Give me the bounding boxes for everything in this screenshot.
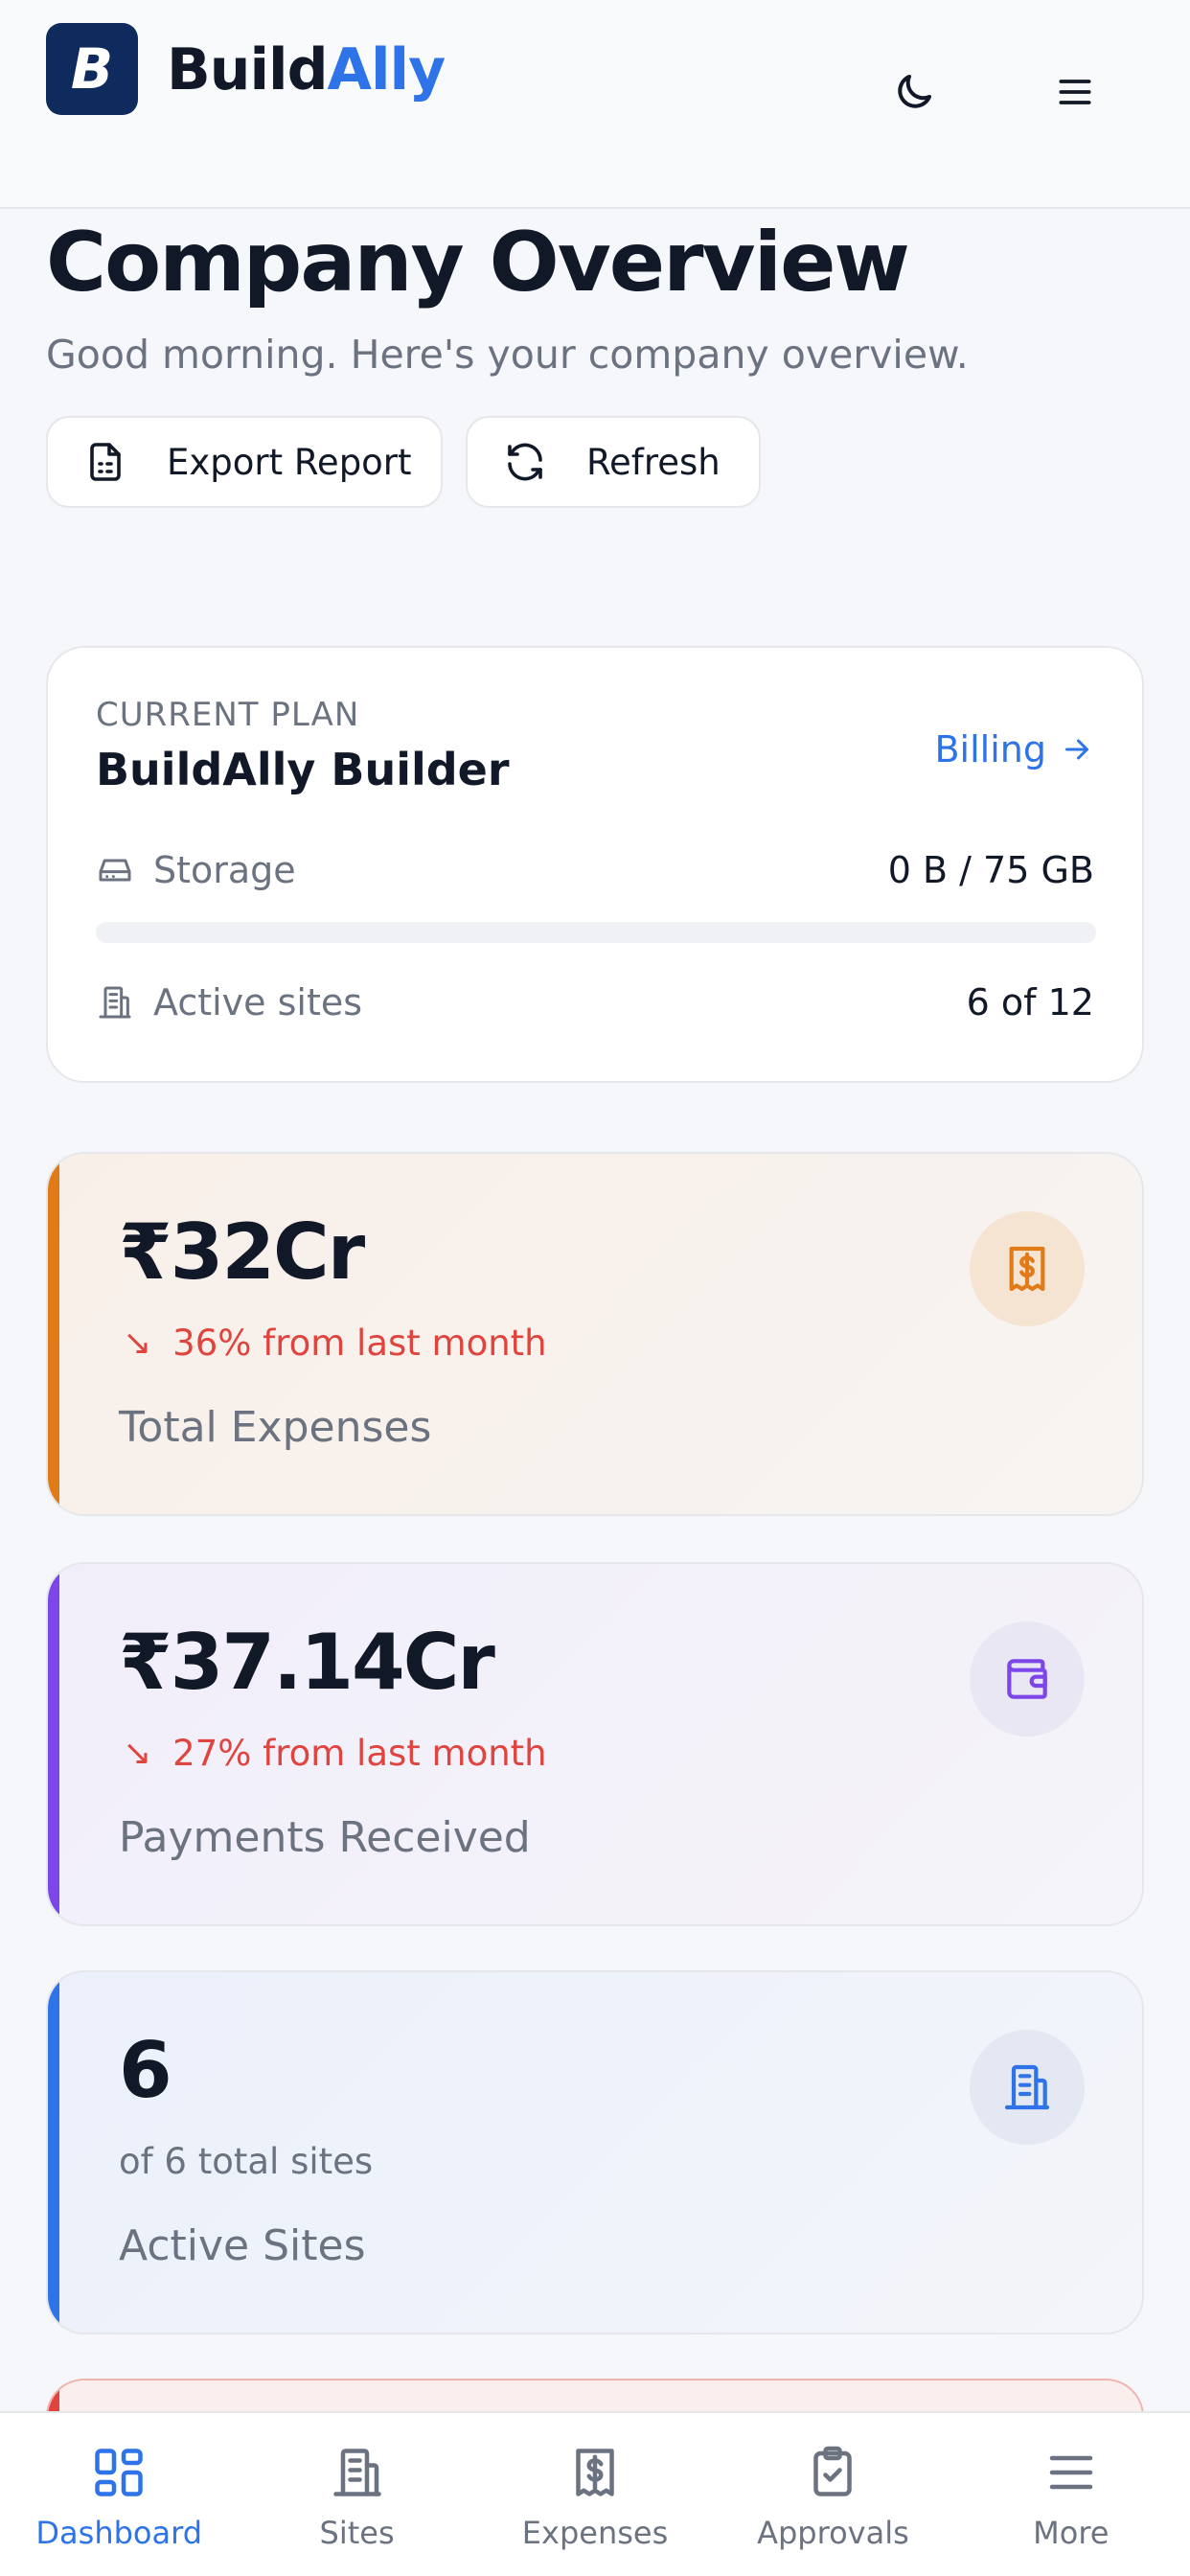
nav-item-sites[interactable]: Sites: [238, 2413, 475, 2576]
bottom-navigation: Dashboard Sites Expenses Approvals More: [0, 2411, 1190, 2576]
nav-item-approvals[interactable]: Approvals: [714, 2413, 951, 2576]
billing-label: Billing: [934, 728, 1046, 770]
nav-label-dashboard: Dashboard: [35, 2515, 202, 2551]
nav-label-expenses: Expenses: [521, 2515, 669, 2551]
stat-value: ₹37.14Cr: [119, 1618, 495, 1707]
total-expenses-card[interactable]: ₹32Cr ↘ 36% from last month Total Expens…: [46, 1152, 1144, 1516]
stat-icon-circle: [970, 1622, 1085, 1736]
menu-icon: [1049, 2455, 1093, 2490]
stat-icon-circle: [970, 2030, 1085, 2145]
stat-delta-text: 27% from last month: [172, 1733, 547, 1774]
refresh-label: Refresh: [586, 441, 721, 483]
brand-part-1: Build: [167, 36, 329, 104]
stat-delta: ↘ 27% from last month: [123, 1733, 547, 1774]
receipt-dollar-icon: [576, 2449, 614, 2496]
nav-label-sites: Sites: [319, 2515, 395, 2551]
brand-name: BuildAlly: [167, 33, 446, 107]
nav-item-dashboard[interactable]: Dashboard: [0, 2413, 238, 2576]
document-icon: [90, 443, 121, 481]
moon-icon: [898, 75, 931, 108]
nav-item-expenses[interactable]: Expenses: [476, 2413, 714, 2576]
stat-delta: ↘ 36% from last month: [123, 1322, 547, 1364]
storage-progress-bar: [96, 922, 1096, 943]
page-title: Company Overview: [46, 215, 910, 310]
arrow-down-right-icon: ↘: [123, 1323, 152, 1363]
menu-button[interactable]: [1041, 58, 1110, 126]
storage-label: Storage: [153, 849, 296, 891]
export-report-label: Export Report: [167, 441, 412, 483]
plan-name: BuildAlly Builder: [96, 744, 510, 795]
building-icon: [99, 986, 131, 1019]
stat-value: 6: [119, 2026, 172, 2115]
receipt-dollar-icon: [1009, 1246, 1045, 1292]
active-sites-card[interactable]: 6 of 6 total sites Active Sites: [46, 1970, 1144, 2334]
active-sites-label-row: Active sites: [96, 981, 362, 1024]
nav-label-more: More: [1033, 2515, 1110, 2551]
theme-toggle-button[interactable]: [880, 58, 949, 126]
nav-item-more[interactable]: More: [952, 2413, 1190, 2576]
refresh-button[interactable]: Refresh: [466, 416, 761, 508]
stat-icon-circle: [970, 1211, 1085, 1326]
clipboard-check-icon: [813, 2446, 853, 2496]
logo[interactable]: B: [46, 23, 138, 115]
stat-label: Active Sites: [119, 2221, 366, 2270]
card-accent-bar: [48, 1154, 59, 1514]
stat-subtext: of 6 total sites: [119, 2141, 374, 2182]
dashboard-grid-icon: [95, 2449, 143, 2496]
billing-link[interactable]: Billing: [934, 728, 1094, 770]
plan-label: CURRENT PLAN: [96, 696, 360, 734]
active-sites-label: Active sites: [153, 981, 363, 1024]
card-accent-bar: [48, 1972, 59, 2333]
storage-label-row: Storage: [96, 849, 296, 891]
stat-value: ₹32Cr: [119, 1208, 365, 1297]
stat-label: Total Expenses: [119, 1403, 432, 1452]
brand-part-2: Ally: [327, 36, 446, 104]
plan-card: CURRENT PLAN BuildAlly Builder Billing S…: [46, 646, 1144, 1083]
export-report-button[interactable]: Export Report: [46, 416, 443, 508]
page-subtitle: Good morning. Here's your company overvi…: [46, 332, 969, 378]
stat-label: Payments Received: [119, 1813, 531, 1862]
storage-value: 0 B / 75 GB: [887, 849, 1094, 891]
hamburger-menu-icon: [1059, 80, 1091, 104]
arrow-down-right-icon: ↘: [123, 1734, 152, 1773]
card-accent-bar: [48, 1564, 59, 1924]
active-sites-value: 6 of 12: [966, 981, 1094, 1024]
refresh-icon: [508, 443, 542, 481]
wallet-icon: [1007, 1659, 1047, 1699]
building-icon: [332, 2449, 381, 2496]
nav-label-approvals: Approvals: [757, 2515, 909, 2551]
payments-received-card[interactable]: ₹37.14Cr ↘ 27% from last month Payments …: [46, 1562, 1144, 1926]
logo-letter: B: [70, 36, 114, 102]
arrow-right-icon: [1065, 739, 1088, 760]
stat-delta-text: 36% from last month: [172, 1322, 547, 1364]
hard-drive-icon: [99, 859, 131, 882]
app-header: B BuildAlly: [0, 0, 1190, 209]
building-icon: [1004, 2064, 1050, 2110]
